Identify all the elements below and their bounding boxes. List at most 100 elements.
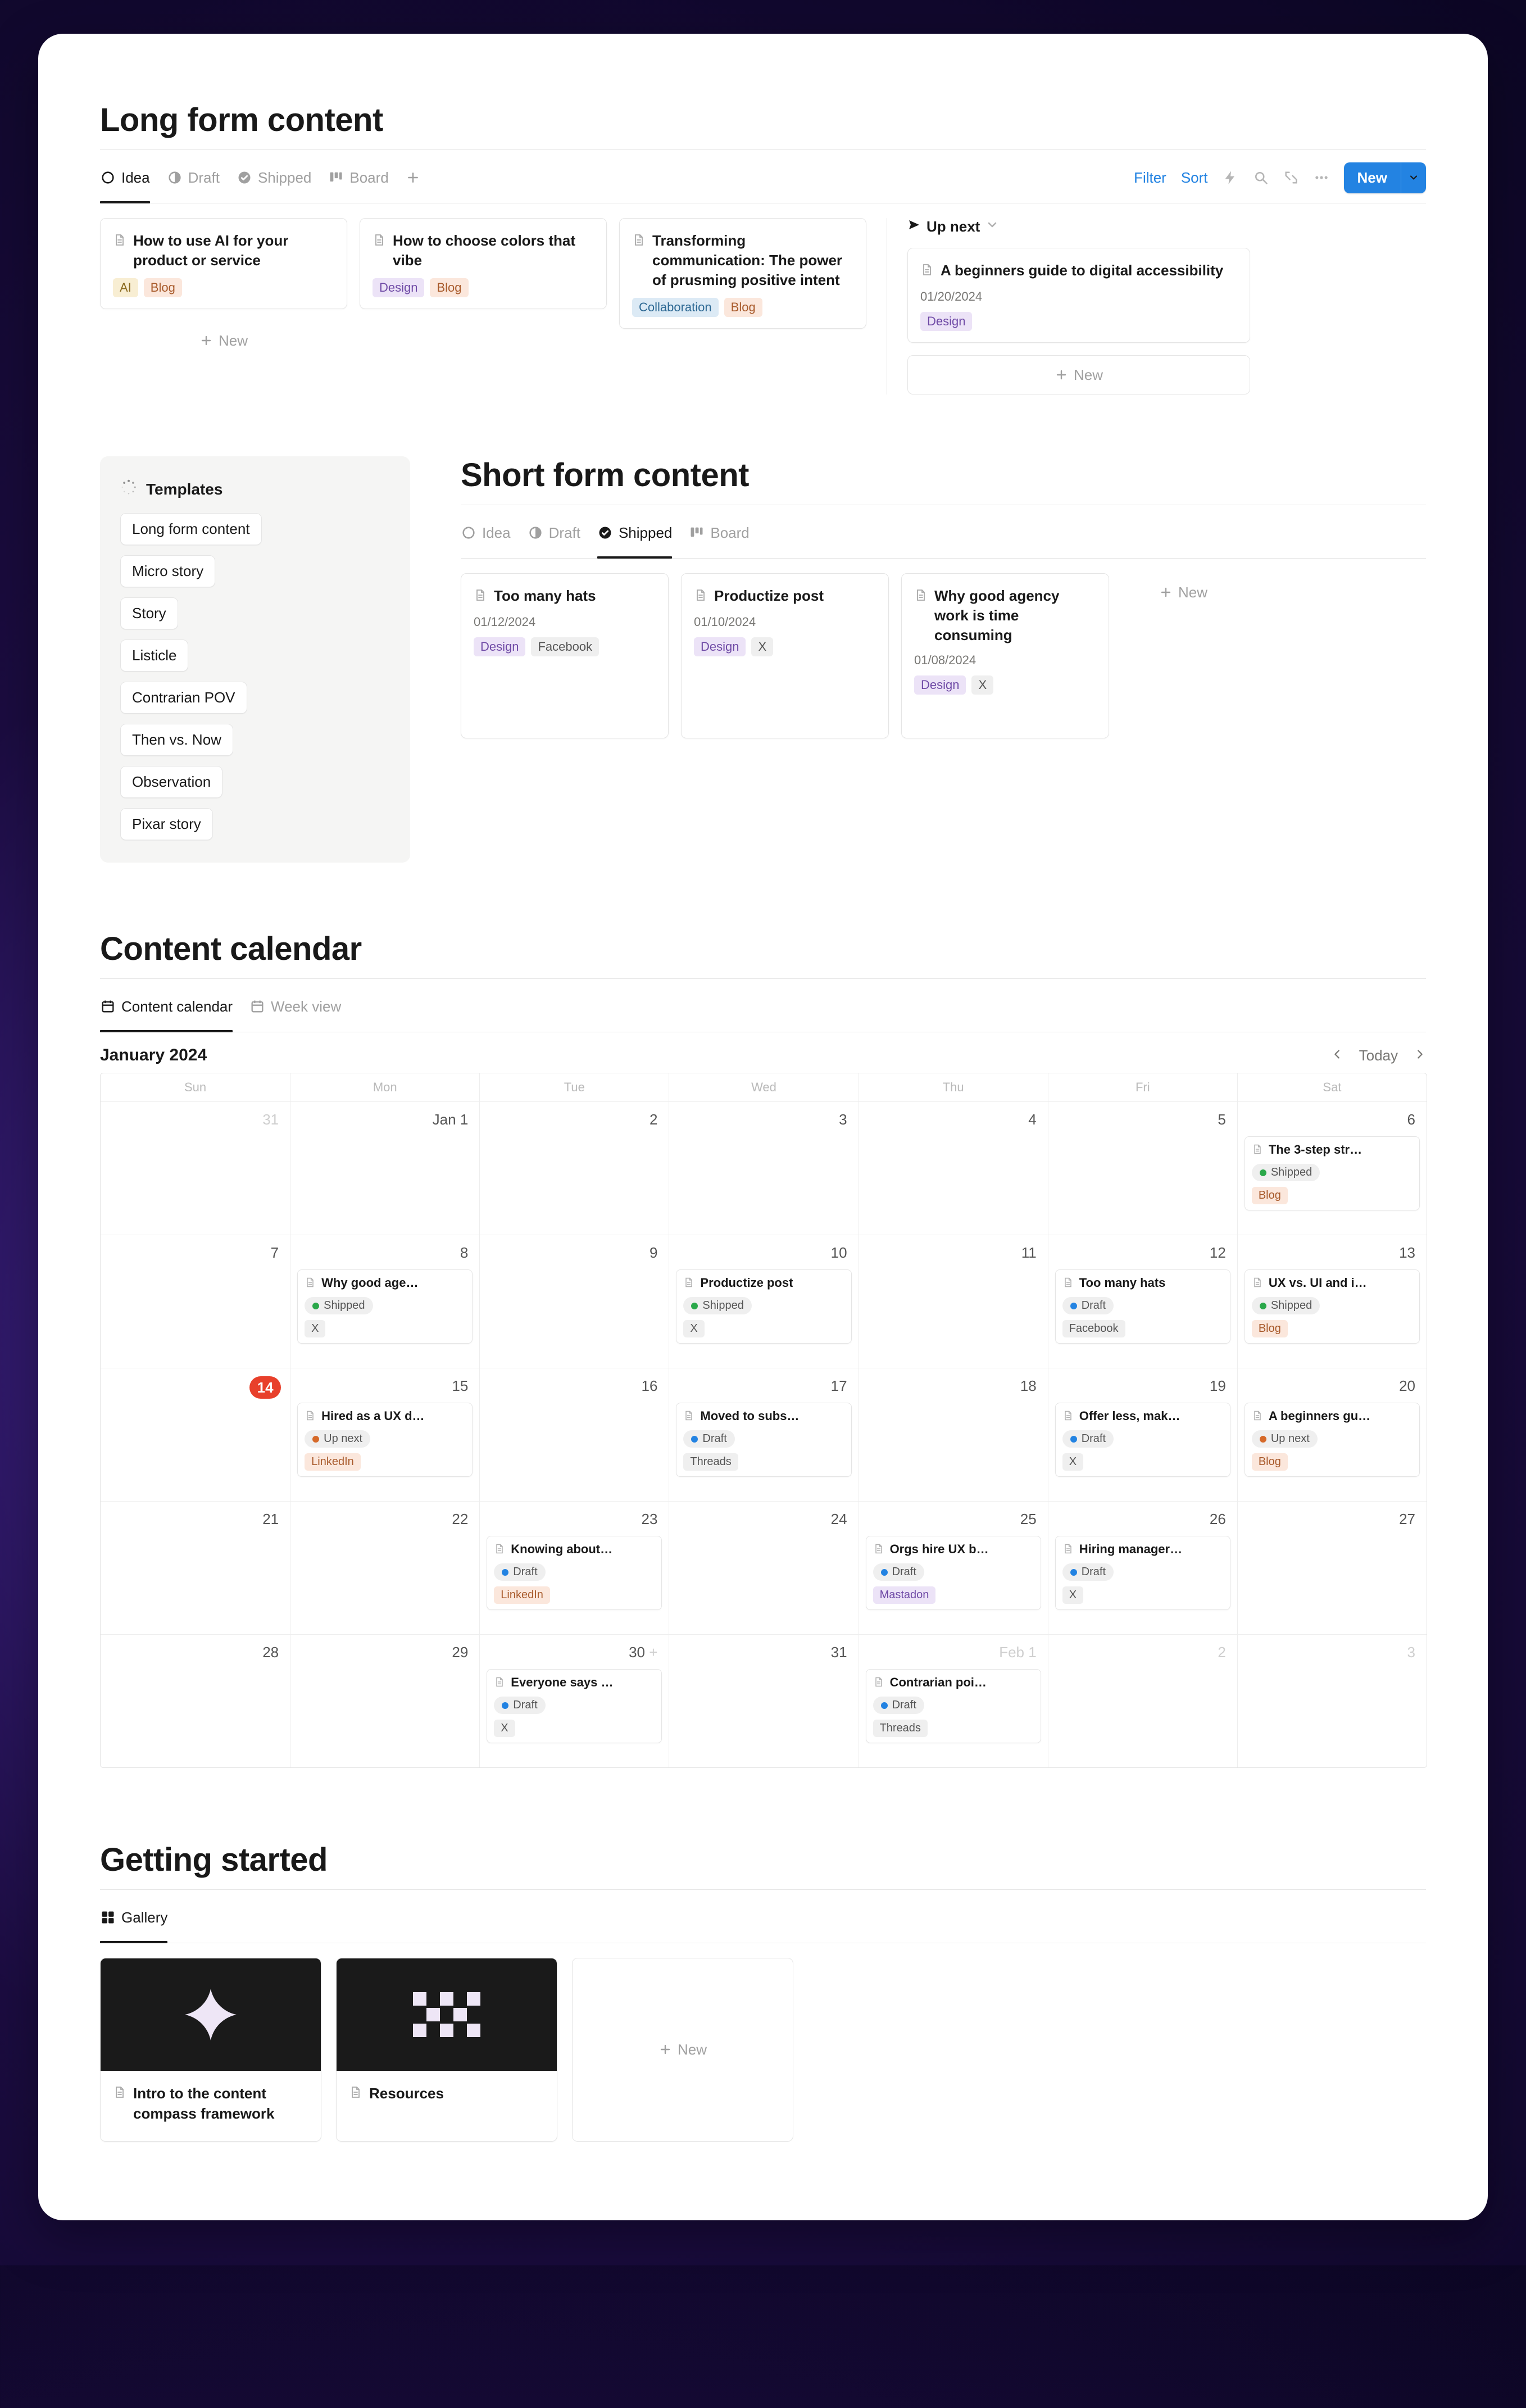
tab-shipped[interactable]: Shipped [597,507,672,558]
tab-shipped[interactable]: Shipped [237,152,311,203]
calendar-cell[interactable]: 7 [101,1235,290,1368]
calendar-event[interactable]: Knowing about… Draft LinkedIn [487,1536,662,1610]
tab-board[interactable]: Board [328,152,388,203]
calendar-cell[interactable]: 2 [479,1101,669,1235]
tab-idea[interactable]: Idea [461,507,511,558]
calendar-title: Content calendar [100,930,1426,968]
template-chip[interactable]: Observation [120,766,222,798]
chevron-down-icon[interactable] [1401,162,1426,193]
tab-idea[interactable]: Idea [100,152,150,203]
more-icon[interactable] [1314,170,1329,185]
tag: X [305,1320,325,1337]
shortform-card[interactable]: Too many hats 01/12/2024 DesignFacebook [461,573,669,738]
up-next-group[interactable]: Up next [907,218,1250,235]
tab-content-calendar[interactable]: Content calendar [100,981,233,1032]
calendar-event[interactable]: Offer less, mak… Draft X [1055,1403,1230,1477]
calendar-event[interactable]: A beginners gu… Up next Blog [1245,1403,1420,1477]
calendar-cell[interactable]: 17 Moved to subs… Draft Threads [669,1368,858,1501]
tab-draft[interactable]: Draft [167,152,220,203]
new-card-button[interactable]: New [100,321,347,360]
next-month-button[interactable] [1414,1048,1426,1063]
calendar-cell[interactable]: 22 [290,1501,479,1634]
calendar-event[interactable]: Productize post Shipped X [676,1269,851,1344]
bolt-icon[interactable] [1223,170,1238,185]
calendar-cell[interactable]: Jan 1 [290,1101,479,1235]
tag: Design [474,637,525,656]
calendar-cell[interactable]: 14 [101,1368,290,1501]
template-chip[interactable]: Long form content [120,513,262,545]
calendar-event[interactable]: Hired as a UX d… Up next LinkedIn [297,1403,473,1477]
calendar-cell[interactable]: 4 [859,1101,1048,1235]
expand-icon[interactable] [1283,170,1299,185]
up-next-card[interactable]: A beginners guide to digital accessibili… [907,248,1250,343]
calendar-cell[interactable]: 9 [479,1235,669,1368]
search-icon[interactable] [1253,170,1269,185]
today-button[interactable]: Today [1359,1047,1398,1064]
calendar-event[interactable]: Why good age… Shipped X [297,1269,473,1344]
shortform-card[interactable]: Why good agency work is time consuming 0… [901,573,1109,738]
calendar-event[interactable]: Contrarian poi… Draft Threads [866,1669,1041,1743]
template-chip[interactable]: Story [120,597,178,629]
new-card-button[interactable]: New [907,355,1250,394]
calendar-cell[interactable]: 11 [859,1235,1048,1368]
calendar-cell[interactable]: 27 [1237,1501,1427,1634]
tab-board[interactable]: Board [689,507,749,558]
calendar-cell[interactable]: 18 [859,1368,1048,1501]
calendar-cell[interactable]: 6 The 3-step str… Shipped Blog [1237,1101,1427,1235]
calendar-cell[interactable]: 5 [1048,1101,1237,1235]
tag: X [1062,1453,1083,1471]
calendar-cell[interactable]: 21 [101,1501,290,1634]
new-card-button[interactable]: New [1121,573,1245,611]
longform-card[interactable]: How to choose colors that vibe DesignBlo… [360,218,607,309]
calendar-event[interactable]: Moved to subs… Draft Threads [676,1403,851,1477]
calendar-cell[interactable]: 13 UX vs. UI and i… Shipped Blog [1237,1235,1427,1368]
template-chip[interactable]: Micro story [120,555,215,587]
calendar-event[interactable]: Hiring manager… Draft X [1055,1536,1230,1610]
calendar-cell[interactable]: 19 Offer less, mak… Draft X [1048,1368,1237,1501]
calendar-cell[interactable]: 31 [669,1634,858,1767]
template-chip[interactable]: Contrarian POV [120,682,247,714]
calendar-cell[interactable]: 29 [290,1634,479,1767]
tab-gallery[interactable]: Gallery [100,1892,167,1943]
calendar-cell[interactable]: 24 [669,1501,858,1634]
calendar-cell[interactable]: 26 Hiring manager… Draft X [1048,1501,1237,1634]
calendar-cell[interactable]: 28 [101,1634,290,1767]
calendar-event[interactable]: The 3-step str… Shipped Blog [1245,1136,1420,1210]
template-chip[interactable]: Listicle [120,640,188,672]
calendar-cell[interactable]: 20 A beginners gu… Up next Blog [1237,1368,1427,1501]
filter-link[interactable]: Filter [1134,169,1166,187]
shortform-card[interactable]: Productize post 01/10/2024 DesignX [681,573,889,738]
template-chip[interactable]: Pixar story [120,808,213,840]
calendar-cell[interactable]: 15 Hired as a UX d… Up next LinkedIn [290,1368,479,1501]
calendar-cell[interactable]: 3 [1237,1634,1427,1767]
template-chip[interactable]: Then vs. Now [120,724,233,756]
calendar-cell[interactable]: 10 Productize post Shipped X [669,1235,858,1368]
status-badge: Draft [683,1430,734,1448]
tab-week-view[interactable]: Week view [249,981,341,1032]
prev-month-button[interactable] [1331,1048,1343,1063]
calendar-cell[interactable]: 25 Orgs hire UX b… Draft Mastadon [859,1501,1048,1634]
calendar-cell[interactable]: 3 [669,1101,858,1235]
calendar-cell[interactable]: Feb 1 Contrarian poi… Draft Threads [859,1634,1048,1767]
add-view-button[interactable] [406,152,420,203]
calendar-cell[interactable]: 12 Too many hats Draft Facebook [1048,1235,1237,1368]
calendar-event[interactable]: Orgs hire UX b… Draft Mastadon [866,1536,1041,1610]
longform-card[interactable]: Transforming communication: The power of… [619,218,866,329]
gallery-card[interactable]: Intro to the content compass framework [100,1958,321,2142]
calendar-event[interactable]: UX vs. UI and i… Shipped Blog [1245,1269,1420,1344]
calendar-event[interactable]: Everyone says … Draft X [487,1669,662,1743]
date-number: 30 + [487,1641,662,1663]
gallery-new-button[interactable]: New [572,1958,793,2142]
calendar-cell[interactable]: 2 [1048,1634,1237,1767]
sort-link[interactable]: Sort [1181,169,1208,187]
calendar-cell[interactable]: 23 Knowing about… Draft LinkedIn [479,1501,669,1634]
gallery-card[interactable]: Resources [336,1958,557,2142]
calendar-event[interactable]: Too many hats Draft Facebook [1055,1269,1230,1344]
calendar-cell[interactable]: 8 Why good age… Shipped X [290,1235,479,1368]
calendar-cell[interactable]: 30 + Everyone says … Draft X [479,1634,669,1767]
longform-card[interactable]: How to use AI for your product or servic… [100,218,347,309]
calendar-cell[interactable]: 31 [101,1101,290,1235]
new-button[interactable]: New [1344,162,1426,193]
calendar-cell[interactable]: 16 [479,1368,669,1501]
tab-draft[interactable]: Draft [528,507,580,558]
